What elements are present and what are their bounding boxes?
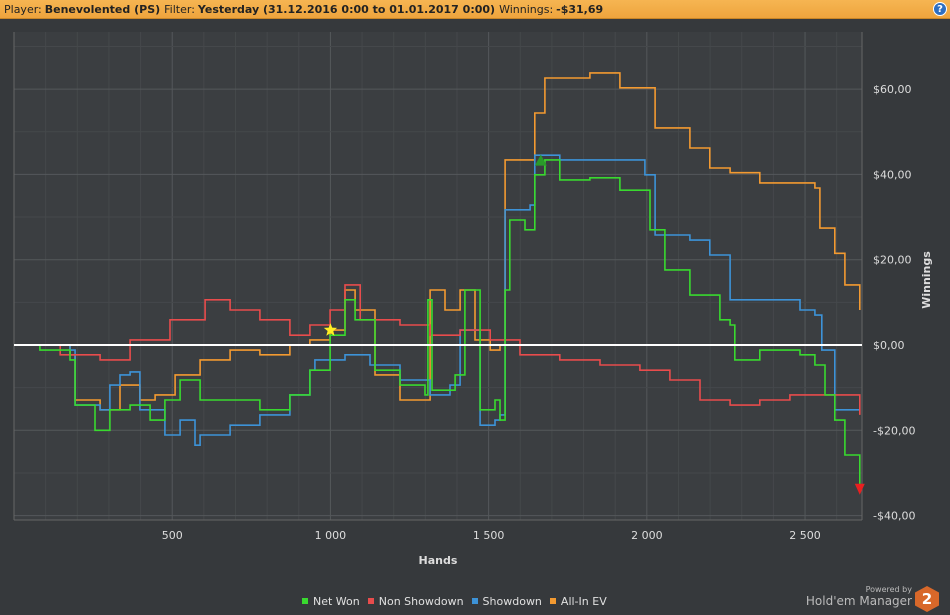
x-tick-label: 1 000: [315, 529, 347, 542]
legend-label: Showdown: [482, 595, 542, 608]
legend-swatch-icon: [471, 598, 478, 604]
powered-by-text: Powered by: [865, 585, 912, 594]
legend-swatch-icon: [367, 598, 374, 604]
legend-item[interactable]: Showdown: [471, 595, 542, 608]
x-axis-label: Hands: [419, 554, 458, 567]
help-icon[interactable]: ?: [933, 2, 947, 16]
legend-item[interactable]: Non Showdown: [367, 595, 464, 608]
legend-label: Non Showdown: [378, 595, 464, 608]
legend-swatch-icon: [302, 598, 308, 604]
legend-swatch-icon: [549, 598, 556, 604]
legend-label: All-In EV: [560, 595, 607, 608]
x-tick-label: 2 500: [789, 529, 821, 542]
winnings-chart: 500 1 000 1 500 2 000 2 500 -$40,00 -$20,00 $0,…: [13, 32, 933, 567]
filter-label: Filter:: [164, 3, 195, 16]
legend-item[interactable]: All-In EV: [549, 595, 607, 608]
winnings-label: Winnings:: [499, 3, 554, 16]
y-tick-label: $40,00: [873, 168, 912, 181]
plot-area: [14, 32, 862, 520]
y-tick-label: $0,00: [873, 339, 905, 352]
x-tick-label: 1 500: [473, 529, 505, 542]
filter-value: Yesterday (31.12.2016 0:00 to 01.01.2017…: [197, 3, 496, 16]
brand-name: Hold'em Manager: [805, 594, 912, 608]
legend: Net Won Non Showdown Showdown All-In EV: [302, 595, 607, 608]
player-value: Benevolented (PS): [44, 3, 161, 16]
y-axis-label: Winnings: [920, 251, 933, 309]
y-tick-label: -$20,00: [873, 424, 915, 437]
legend-label: Net Won: [313, 595, 360, 608]
brand: Powered by Hold'em Manager: [806, 585, 912, 608]
x-tick-label: 500: [162, 529, 183, 542]
y-tick-label: $60,00: [873, 83, 912, 96]
filter-header-bar: Player: Benevolented (PS) Filter: Yesterday…: [0, 0, 950, 19]
x-tick-label: 2 000: [631, 529, 663, 542]
legend-item[interactable]: Net Won: [302, 595, 360, 608]
y-tick-label: $20,00: [873, 254, 912, 267]
y-tick-label: -$40,00: [873, 510, 915, 523]
player-label: Player:: [4, 3, 42, 16]
winnings-value: -$31,69: [556, 3, 604, 16]
